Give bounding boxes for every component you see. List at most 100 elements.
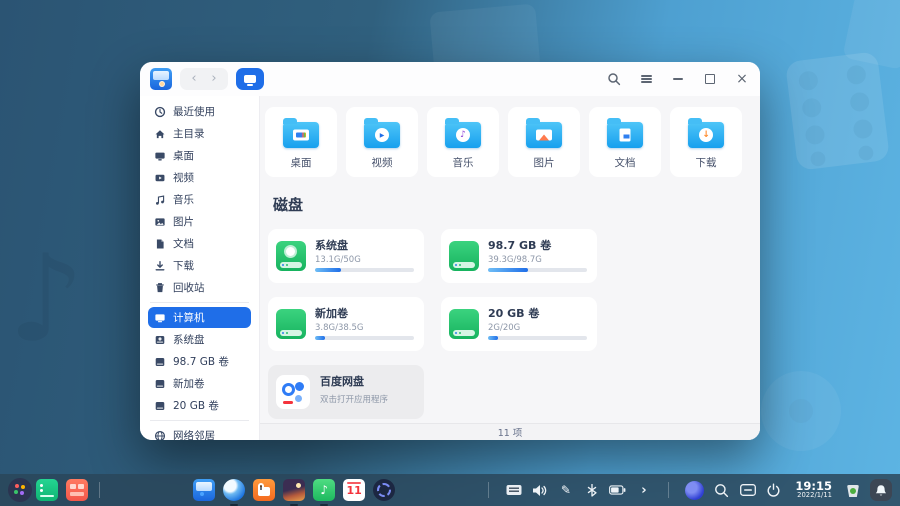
taskbar-clock[interactable]: 19:15 2022/1/11 [795, 480, 832, 499]
icon-view-button[interactable] [236, 68, 264, 90]
disk-usage-fill [315, 336, 325, 340]
screen-capture-tray[interactable]: ✎ [557, 482, 574, 499]
maximize-button[interactable] [702, 71, 718, 87]
folder-desktop[interactable]: 桌面 [265, 107, 337, 177]
disk-icon [154, 378, 166, 390]
battery-tray[interactable] [609, 482, 626, 499]
disk-icon [154, 356, 166, 368]
item-count: 11 项 [498, 425, 523, 439]
launcher-button[interactable] [8, 478, 32, 502]
forward-button[interactable]: › [204, 68, 224, 90]
launchpad-button[interactable] [36, 479, 58, 501]
tray-expand-button[interactable]: › [635, 482, 652, 499]
multitasking-view-button[interactable] [66, 479, 88, 501]
status-bar: 11 项 [260, 423, 760, 440]
disk-card-new-volume[interactable]: 新加卷 3.8G/38.5G [268, 297, 424, 351]
computer-view-icon [244, 75, 256, 83]
sidebar-item-trash[interactable]: 回收站 [148, 277, 251, 298]
disk-usage-bar [488, 336, 587, 340]
baidu-netdisk-icon [276, 375, 310, 409]
keyboard-icon [506, 484, 522, 496]
network-assistant-tray[interactable] [685, 481, 704, 500]
disk-name: 98.7 GB 卷 [488, 240, 587, 252]
app-name: 百度网盘 [320, 376, 388, 388]
dock-file-manager[interactable] [193, 479, 215, 501]
screen-recorder-tray[interactable] [739, 482, 756, 499]
folder-icon: ↓ [688, 122, 724, 148]
back-button[interactable]: ‹ [184, 68, 204, 90]
document-icon [154, 238, 166, 250]
file-manager-app-icon [150, 68, 172, 90]
folder-music[interactable]: ♪ 音乐 [427, 107, 499, 177]
sidebar-item-desktop[interactable]: 桌面 [148, 145, 251, 166]
disk-card-20gb[interactable]: 20 GB 卷 2G/20G [441, 297, 597, 351]
film-strip-ghost [778, 46, 897, 176]
titlebar[interactable]: ‹ › × [140, 62, 760, 96]
sidebar-item-network[interactable]: 网络邻居 [148, 425, 251, 440]
sidebar-label: 音乐 [173, 192, 194, 207]
taskbar: ♪ 11 ✎ › 19:15 2022/1/11 [0, 474, 900, 506]
disk-usage-fill [488, 336, 498, 340]
tray-separator [668, 482, 669, 498]
dock-calendar[interactable]: 11 [343, 479, 365, 501]
sidebar-item-documents[interactable]: 文档 [148, 233, 251, 254]
sidebar-item-computer[interactable]: 计算机 [148, 307, 251, 328]
dock-app-store[interactable] [253, 479, 275, 501]
grand-search-tray[interactable] [713, 482, 730, 499]
disk-usage-bar [315, 336, 414, 340]
sidebar-item-home[interactable]: 主目录 [148, 123, 251, 144]
chevron-right-icon: › [641, 483, 646, 498]
sidebar-item-videos[interactable]: 视频 [148, 167, 251, 188]
disk-grid: 系统盘 13.1G/50G 98.7 GB 卷 39.3G/98.7G [268, 229, 603, 351]
notification-center-button[interactable] [870, 479, 892, 501]
app-hint: 双击打开应用程序 [320, 393, 388, 405]
sidebar-item-recent[interactable]: 最近使用 [148, 101, 251, 122]
window-menu-button[interactable] [638, 71, 654, 87]
folder-pictures[interactable]: 图片 [508, 107, 580, 177]
baidu-netdisk-card[interactable]: 百度网盘 双击打开应用程序 [268, 365, 424, 419]
folder-icon [526, 122, 562, 148]
folder-documents[interactable]: 文档 [589, 107, 661, 177]
dock-browser[interactable] [223, 479, 245, 501]
disk-usage-text: 3.8G/38.5G [315, 323, 414, 333]
bluetooth-tray[interactable] [583, 482, 600, 499]
drive-icon [449, 241, 479, 271]
disk-usage-bar [488, 268, 587, 272]
search-button[interactable] [606, 71, 622, 87]
shutdown-tray[interactable] [765, 482, 782, 499]
sidebar-item-new-volume[interactable]: 新加卷 [148, 373, 251, 394]
sidebar-label: 最近使用 [173, 104, 215, 119]
folder-downloads[interactable]: ↓ 下载 [670, 107, 742, 177]
sidebar-item-system-disk[interactable]: 系统盘 [148, 329, 251, 350]
disk-card-system[interactable]: 系统盘 13.1G/50G [268, 229, 424, 283]
disk-usage-fill [315, 268, 341, 272]
sidebar-item-music[interactable]: 音乐 [148, 189, 251, 210]
sidebar-label: 文档 [173, 236, 194, 251]
sidebar-item-volume-20[interactable]: 20 GB 卷 [148, 395, 251, 416]
user-folders-row: 桌面 ▶ 视频 ♪ 音乐 图片 [265, 107, 752, 177]
sidebar-label: 98.7 GB 卷 [173, 354, 229, 369]
dock-control-center[interactable] [373, 479, 395, 501]
close-button[interactable]: × [734, 71, 750, 87]
minimize-button[interactable] [670, 71, 686, 87]
search-icon [714, 483, 729, 498]
sidebar-label: 视频 [173, 170, 194, 185]
onboard-keyboard-tray[interactable] [505, 482, 522, 499]
folder-videos[interactable]: ▶ 视频 [346, 107, 418, 177]
calendar-day: 11 [347, 484, 362, 497]
volume-tray[interactable] [531, 482, 548, 499]
folder-icon [283, 122, 319, 148]
folder-label: 下载 [696, 155, 717, 170]
bell-icon [875, 484, 887, 497]
dock-image-viewer[interactable] [283, 479, 305, 501]
dock-music-player[interactable]: ♪ [313, 479, 335, 501]
sidebar-item-downloads[interactable]: 下载 [148, 255, 251, 276]
disk-card-98gb[interactable]: 98.7 GB 卷 39.3G/98.7G [441, 229, 597, 283]
sidebar-label: 桌面 [173, 148, 194, 163]
clock-date: 2022/1/11 [795, 492, 832, 499]
sidebar-item-volume-98[interactable]: 98.7 GB 卷 [148, 351, 251, 372]
sidebar-label: 图片 [173, 214, 194, 229]
trash-dock-icon[interactable] [845, 482, 861, 498]
sidebar-item-pictures[interactable]: 图片 [148, 211, 251, 232]
disk-name: 20 GB 卷 [488, 308, 587, 320]
